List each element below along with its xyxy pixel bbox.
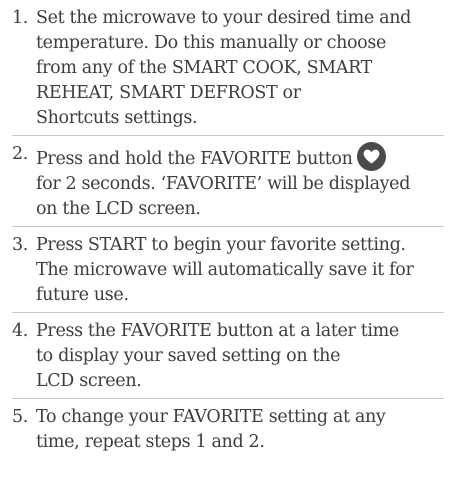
- step-line-text: Press and hold the FAVORITE button: [36, 149, 353, 169]
- step-3: 3. Press START to begin your favorite se…: [12, 233, 450, 308]
- step-line: on the LCD screen.: [36, 199, 201, 219]
- step-number: 2.: [12, 144, 28, 164]
- step-divider: [12, 398, 444, 399]
- step-number: 5.: [12, 407, 28, 427]
- step-line: Shortcuts settings.: [36, 108, 198, 128]
- step-number: 4.: [12, 321, 28, 341]
- step-text: Press the FAVORITE button at a later tim…: [36, 319, 450, 394]
- step-line: REHEAT, SMART DEFROST or: [36, 83, 301, 103]
- step-4: 4. Press the FAVORITE button at a later …: [12, 319, 450, 394]
- heart-icon: [356, 142, 386, 171]
- step-line: to display your saved setting on the: [36, 346, 341, 366]
- step-5: 5. To change your FAVORITE setting at an…: [12, 405, 450, 455]
- step-line: Press START to begin your favorite setti…: [36, 235, 406, 255]
- step-line: To change your FAVORITE setting at any: [36, 407, 386, 427]
- step-line: Press and hold the FAVORITE button: [36, 142, 450, 172]
- instruction-steps: 1. Set the microwave to your desired tim…: [0, 0, 456, 455]
- step-1: 1. Set the microwave to your desired tim…: [12, 6, 450, 131]
- step-line: from any of the SMART COOK, SMART: [36, 58, 372, 78]
- step-line: Set the microwave to your desired time a…: [36, 8, 412, 28]
- step-text: Press and hold the FAVORITE button for 2…: [36, 142, 450, 222]
- step-2: 2. Press and hold the FAVORITE button fo…: [12, 142, 450, 222]
- step-text: Set the microwave to your desired time a…: [36, 6, 450, 131]
- step-line: Press the FAVORITE button at a later tim…: [36, 321, 399, 341]
- step-line: time, repeat steps 1 and 2.: [36, 432, 265, 452]
- step-text: To change your FAVORITE setting at any t…: [36, 405, 450, 455]
- step-number: 1.: [12, 8, 28, 28]
- step-line: The microwave will automatically save it…: [36, 260, 414, 280]
- step-line: future use.: [36, 285, 129, 305]
- step-line: temperature. Do this manually or choose: [36, 33, 387, 53]
- step-line: LCD screen.: [36, 371, 142, 391]
- step-divider: [12, 226, 444, 227]
- step-divider: [12, 312, 444, 313]
- step-text: Press START to begin your favorite setti…: [36, 233, 450, 308]
- step-line: for 2 seconds. ‘FAVORITE’ will be displa…: [36, 174, 411, 194]
- step-divider: [12, 135, 444, 136]
- step-number: 3.: [12, 235, 28, 255]
